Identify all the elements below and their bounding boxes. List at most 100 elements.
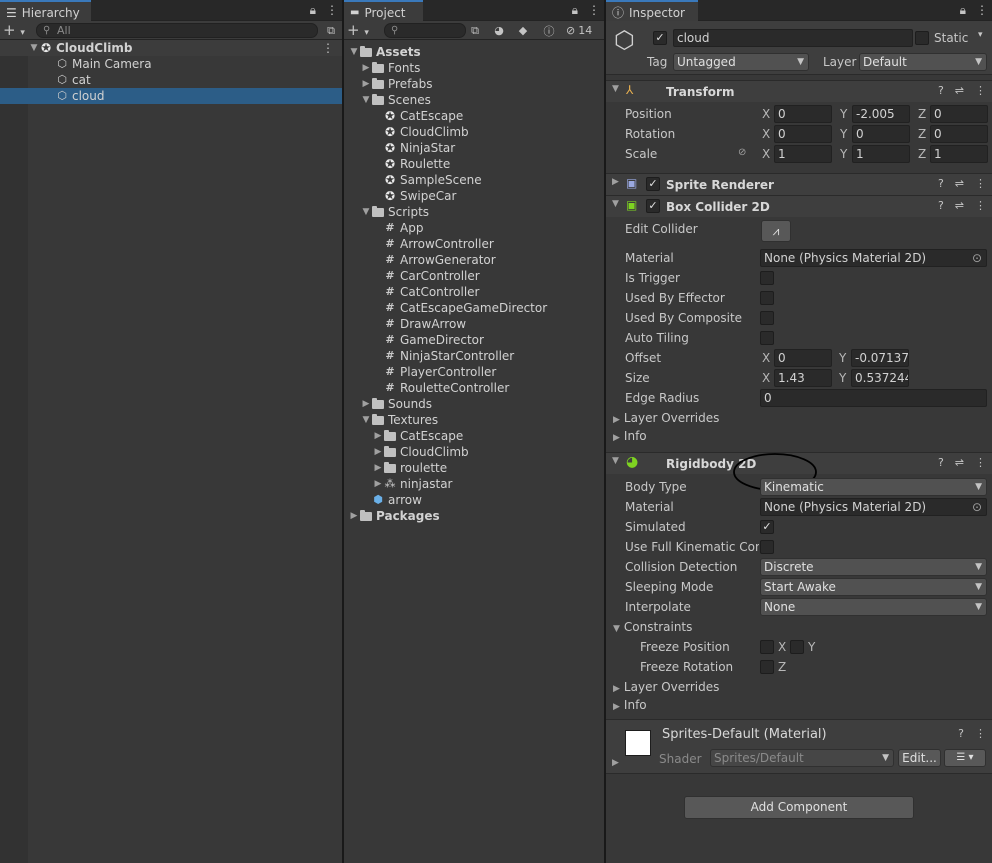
sprite-renderer-header[interactable]: ▶ ▣ ✓ Sprite Renderer ? ⇌ ⋮	[606, 173, 992, 195]
help-icon[interactable]: ?	[958, 727, 964, 740]
expand-arrow-icon[interactable]: ▶	[360, 76, 372, 92]
tab-hierarchy[interactable]: ☰ Hierarchy	[0, 0, 91, 21]
project-script-playercontroller[interactable]: # PlayerController	[344, 364, 604, 380]
freeze-rotation-z-checkbox[interactable]	[760, 660, 774, 674]
object-picker-icon[interactable]: ⊙	[972, 499, 982, 515]
shader-dropdown[interactable]: Sprites/Default ▼	[710, 749, 894, 767]
project-scene-catescape[interactable]: ✪ CatEscape	[344, 108, 604, 124]
project-scene-roulette[interactable]: ✪ Roulette	[344, 156, 604, 172]
project-scene-cloudclimb[interactable]: ✪ CloudClimb	[344, 124, 604, 140]
component-menu-icon[interactable]: ⋮	[975, 456, 986, 469]
preset-icon[interactable]: ⇌	[955, 456, 964, 469]
offset-x-field[interactable]: 0	[774, 349, 832, 367]
project-script-catescapegamedirector[interactable]: # CatEscapeGameDirector	[344, 300, 604, 316]
lock-icon[interactable]: 🔒︎	[960, 3, 966, 18]
auto-tiling-checkbox[interactable]	[760, 331, 774, 345]
project-folder-textures[interactable]: ▼ Textures	[344, 412, 604, 428]
collision-detection-dropdown[interactable]: Discrete ▼	[760, 558, 987, 576]
rotation-x-field[interactable]: 0	[774, 125, 832, 143]
shader-edit-button[interactable]: Edit...	[898, 749, 941, 767]
freeze-position-y-checkbox[interactable]	[790, 640, 804, 654]
project-script-roulettecontroller[interactable]: # RouletteController	[344, 380, 604, 396]
rotation-y-field[interactable]: 0	[852, 125, 910, 143]
hierarchy-item-cat[interactable]: ⬡ cat	[0, 72, 342, 88]
help-icon[interactable]: ?	[938, 84, 944, 97]
project-packages[interactable]: ▶ Packages	[344, 508, 604, 524]
hierarchy-item-cloud[interactable]: ⬡ cloud	[0, 88, 342, 104]
position-x-field[interactable]: 0	[774, 105, 832, 123]
project-search-input[interactable]: ⚲	[384, 23, 466, 38]
size-x-field[interactable]: 1.43	[774, 369, 832, 387]
project-folder-scripts[interactable]: ▼ Scripts	[344, 204, 604, 220]
lock-icon[interactable]: 🔒︎	[572, 3, 578, 18]
expand-arrow-icon[interactable]: ▶	[372, 428, 384, 444]
foldout-arrow-icon[interactable]: ▼	[612, 199, 619, 209]
search-filter-icon[interactable]: ⧉	[322, 22, 340, 39]
position-y-field[interactable]: -2.005	[852, 105, 910, 123]
bc-material-field[interactable]: None (Physics Material 2D) ⊙	[760, 249, 987, 267]
foldout-arrow-icon[interactable]: ▼	[612, 456, 619, 466]
create-button[interactable]: + ▾	[347, 22, 369, 41]
interpolate-dropdown[interactable]: None ▼	[760, 598, 987, 616]
bc-layer-overrides-foldout[interactable]: ▶ Layer Overrides	[613, 411, 719, 425]
expand-arrow-icon[interactable]: ▶	[372, 444, 384, 460]
component-menu-icon[interactable]: ⋮	[975, 177, 986, 190]
scale-y-field[interactable]: 1	[852, 145, 910, 163]
use-full-kinematic-checkbox[interactable]	[760, 540, 774, 554]
rotation-z-field[interactable]: 0	[930, 125, 988, 143]
freeze-position-x-checkbox[interactable]	[760, 640, 774, 654]
foldout-arrow-icon[interactable]: ▼	[612, 84, 619, 94]
size-y-field[interactable]: 0.537244	[851, 369, 909, 387]
project-script-carcontroller[interactable]: # CarController	[344, 268, 604, 284]
project-texture-roulette[interactable]: ▶ roulette	[344, 460, 604, 476]
expand-arrow-icon[interactable]: ▼	[360, 204, 372, 220]
project-folder-prefabs[interactable]: ▶ Prefabs	[344, 76, 604, 92]
help-icon[interactable]: ?	[938, 456, 944, 469]
project-script-arrowgenerator[interactable]: # ArrowGenerator	[344, 252, 604, 268]
foldout-arrow-icon[interactable]: ▶	[612, 177, 619, 187]
scale-x-field[interactable]: 1	[774, 145, 832, 163]
scene-menu-icon[interactable]: ⋮	[322, 40, 334, 56]
filter-type-icon[interactable]: ◕	[490, 22, 508, 39]
tab-inspector[interactable]: ⓘ Inspector	[606, 0, 698, 21]
component-menu-icon[interactable]: ⋮	[975, 199, 986, 212]
object-picker-icon[interactable]: ⊙	[972, 250, 982, 266]
project-script-ninjastarcontroller[interactable]: # NinjaStarController	[344, 348, 604, 364]
project-folder-fonts[interactable]: ▶ Fonts	[344, 60, 604, 76]
position-z-field[interactable]: 0	[930, 105, 988, 123]
offset-y-field[interactable]: -0.07137	[851, 349, 909, 367]
expand-arrow-icon[interactable]: ▶	[360, 60, 372, 76]
hierarchy-search-input[interactable]: ⚲ All	[36, 23, 318, 38]
expand-arrow-icon[interactable]: ▶	[360, 396, 372, 412]
expand-arrow-icon[interactable]: ▼	[360, 92, 372, 108]
used-by-effector-checkbox[interactable]	[760, 291, 774, 305]
project-scene-swipecar[interactable]: ✪ SwipeCar	[344, 188, 604, 204]
hierarchy-item-main-camera[interactable]: ⬡ Main Camera	[0, 56, 342, 72]
tab-project[interactable]: ▬ Project	[344, 0, 423, 21]
project-texture-cloudclimb[interactable]: ▶ CloudClimb	[344, 444, 604, 460]
menu-icon[interactable]: ⋮	[588, 3, 600, 18]
box-collider-header[interactable]: ▼ ▣ ✓ Box Collider 2D ? ⇌ ⋮	[606, 195, 992, 217]
active-checkbox[interactable]: ✓	[653, 31, 667, 45]
constrain-proportions-icon[interactable]: ⊘	[738, 147, 746, 158]
project-script-app[interactable]: # App	[344, 220, 604, 236]
project-script-catcontroller[interactable]: # CatController	[344, 284, 604, 300]
sprite-renderer-enabled-checkbox[interactable]: ✓	[646, 177, 660, 191]
expand-arrow-icon[interactable]: ▶	[348, 508, 360, 524]
preset-icon[interactable]: ⇌	[955, 177, 964, 190]
project-prefab-arrow[interactable]: ⬢ arrow	[344, 492, 604, 508]
expand-arrow-icon[interactable]: ▶	[372, 476, 384, 492]
filter-label-icon[interactable]: ◆	[514, 22, 532, 39]
object-name-field[interactable]: cloud	[673, 29, 913, 47]
component-menu-icon[interactable]: ⋮	[975, 84, 986, 97]
help-icon[interactable]: ?	[938, 177, 944, 190]
material-menu-icon[interactable]: ⋮	[975, 727, 986, 740]
project-assets[interactable]: ▼ Assets	[344, 44, 604, 60]
rb-layer-overrides-foldout[interactable]: ▶ Layer Overrides	[613, 680, 719, 694]
scale-z-field[interactable]: 1	[930, 145, 988, 163]
hidden-packages-icon[interactable]: ⊘ 14	[566, 22, 600, 39]
sleeping-mode-dropdown[interactable]: Start Awake ▼	[760, 578, 987, 596]
expand-arrow-icon[interactable]: ▼	[348, 44, 360, 60]
project-folder-sounds[interactable]: ▶ Sounds	[344, 396, 604, 412]
expand-arrow-icon[interactable]: ▼	[360, 412, 372, 428]
